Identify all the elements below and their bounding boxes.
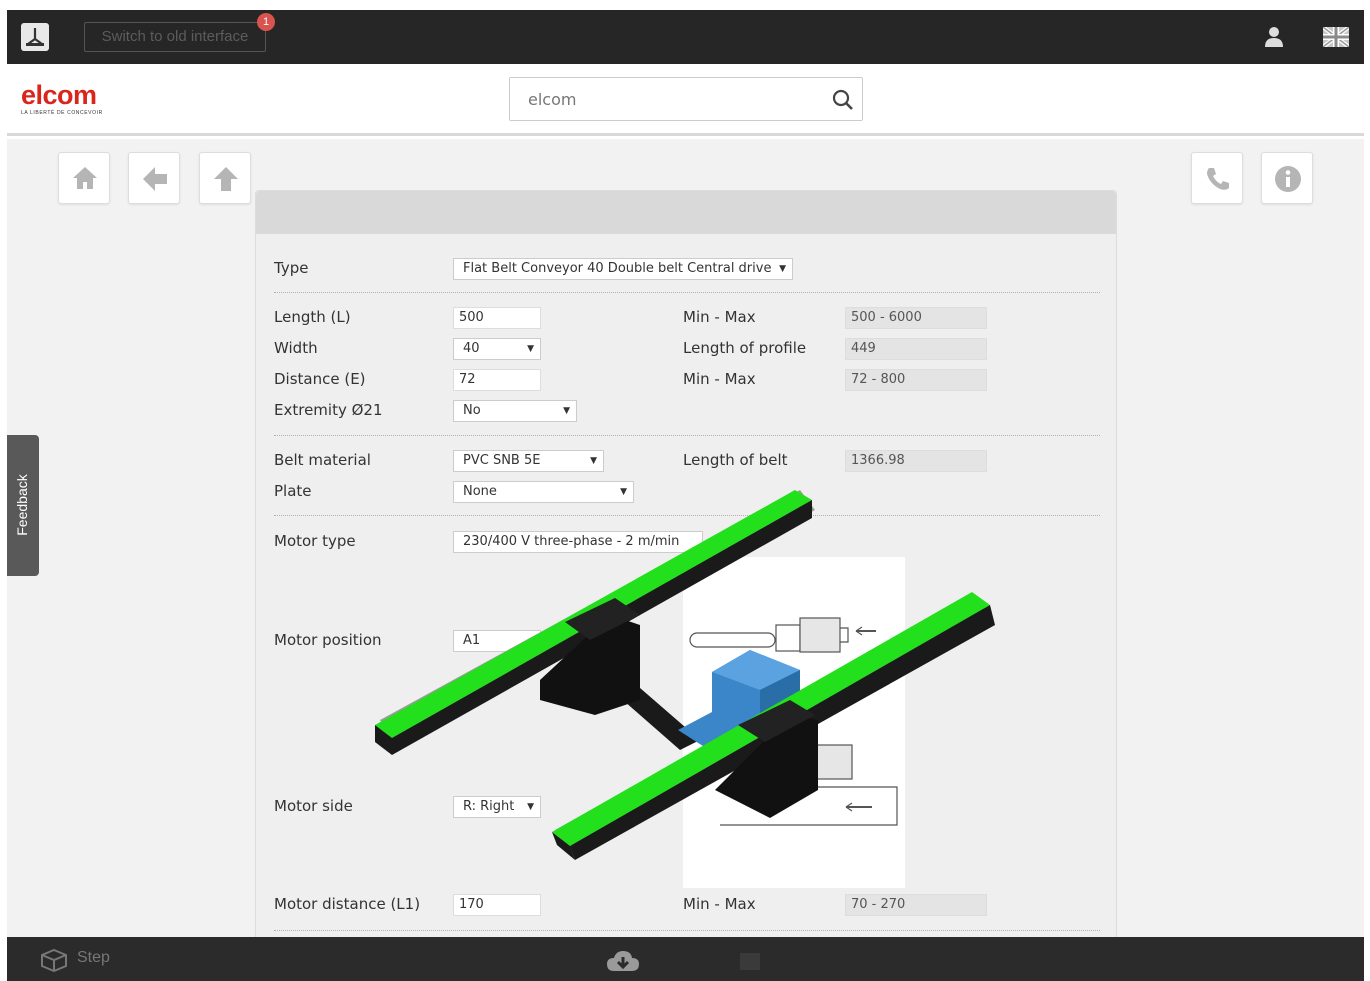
distance-minmax-value: 72 - 800 [845, 369, 987, 391]
distance-input[interactable]: 72 [453, 369, 541, 391]
configuration-panel: Type Flat Belt Conveyor 40 Double belt C… [255, 190, 1117, 940]
motor-side-label: Motor side [274, 797, 353, 815]
distance-minmax-label: Min - Max [683, 370, 756, 388]
feedback-label: Feedback [14, 474, 30, 536]
belt-length-label: Length of belt [683, 451, 788, 469]
length-input[interactable]: 500 [453, 307, 541, 329]
extremity-label: Extremity Ø21 [274, 401, 383, 419]
plate-select[interactable]: None ▼ [453, 481, 634, 503]
plate-label: Plate [274, 482, 312, 500]
profile-length-label: Length of profile [683, 339, 807, 357]
motor-side-select[interactable]: R: Right ▼ [453, 796, 541, 818]
user-icon[interactable] [1264, 26, 1284, 52]
brand-tagline: LA LIBERTÉ DE CONCEVOIR [21, 110, 103, 116]
type-label: Type [274, 259, 309, 277]
back-button[interactable] [128, 152, 180, 204]
motor-position-select[interactable]: A1 [453, 630, 541, 652]
type-select[interactable]: Flat Belt Conveyor 40 Double belt Centra… [453, 258, 793, 280]
feedback-tab[interactable]: Feedback [7, 435, 39, 576]
home-button[interactable] [58, 152, 110, 204]
motor-type-label: Motor type [274, 532, 356, 550]
motor-distance-label: Motor distance (L1) [274, 895, 421, 913]
switch-old-interface-button[interactable]: Switch to old interface [84, 22, 266, 52]
belt-material-label: Belt material [274, 451, 371, 469]
search-box [509, 77, 863, 121]
motor-position-label: Motor position [274, 631, 382, 649]
header: elcom LA LIBERTÉ DE CONCEVOIR [7, 64, 1364, 136]
belt-material-select[interactable]: PVC SNB 5E ▼ [453, 450, 604, 472]
width-label: Width [274, 339, 318, 357]
app-logo-icon[interactable] [21, 23, 49, 51]
width-select[interactable]: 40 ▼ [453, 338, 541, 360]
extremity-select[interactable]: No ▼ [453, 400, 577, 422]
length-minmax-label: Min - Max [683, 308, 756, 326]
brand-logo[interactable]: elcom [21, 82, 97, 109]
profile-length-value: 449 [845, 338, 987, 360]
step-export-button[interactable]: Step [77, 949, 110, 967]
notification-badge: 1 [257, 13, 275, 31]
phone-button[interactable] [1191, 152, 1243, 204]
top-bar: Switch to old interface 1 [7, 10, 1364, 64]
divider [274, 292, 1100, 293]
motor-distance-input[interactable]: 170 [453, 894, 541, 916]
length-label: Length (L) [274, 308, 351, 326]
up-button[interactable] [199, 152, 251, 204]
panel-header [256, 191, 1116, 234]
bottom-bar: Step [7, 937, 1364, 981]
cube-icon[interactable] [40, 948, 68, 976]
length-minmax-value: 500 - 6000 [845, 307, 987, 329]
motor-type-select[interactable]: 230/400 V three-phase - 2 m/min [453, 531, 703, 553]
divider [274, 930, 1100, 931]
distance-label: Distance (E) [274, 370, 366, 388]
uk-flag-icon[interactable] [1321, 25, 1351, 49]
divider [274, 515, 1100, 516]
cloud-download-icon[interactable] [606, 949, 640, 977]
file-icon[interactable] [739, 951, 761, 975]
belt-length-value: 1366.98 [845, 450, 987, 472]
main-area: Type Flat Belt Conveyor 40 Double belt C… [7, 139, 1364, 940]
motor-distance-minmax-label: Min - Max [683, 895, 756, 913]
search-input[interactable] [510, 78, 820, 120]
search-icon[interactable] [832, 89, 854, 115]
motor-distance-minmax-value: 70 - 270 [845, 894, 987, 916]
divider [274, 435, 1100, 436]
info-button[interactable] [1261, 152, 1313, 204]
